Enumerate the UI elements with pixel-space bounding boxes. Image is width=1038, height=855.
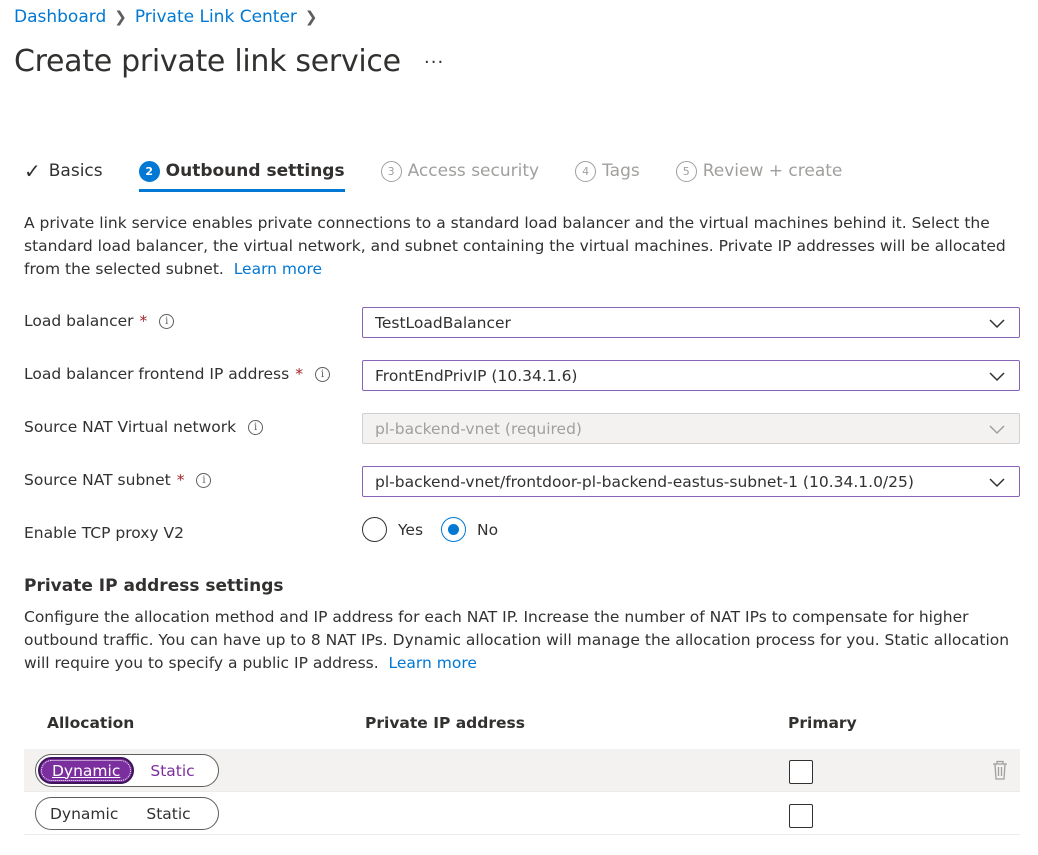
radio-yes-label: Yes xyxy=(398,520,424,539)
step-number-badge: 2 xyxy=(138,160,160,182)
required-asterisk: * xyxy=(295,365,303,383)
select-value: TestLoadBalancer xyxy=(375,313,511,332)
allocation-toggle: Dynamic Static xyxy=(35,797,219,830)
step-number-badge: 3 xyxy=(380,160,402,182)
select-value: pl-backend-vnet (required) xyxy=(375,419,582,438)
tcp-proxy-radio-group: Yes No xyxy=(362,517,498,542)
nat-vnet-select: pl-backend-vnet (required) xyxy=(362,413,1020,444)
tab-basics[interactable]: ✓ Basics xyxy=(24,156,103,186)
tab-label: Review + create xyxy=(702,161,843,181)
tab-outbound-settings[interactable]: 2 Outbound settings xyxy=(138,156,345,192)
tab-label: Access security xyxy=(407,161,540,181)
intro-text: A private link service enables private c… xyxy=(24,214,1006,278)
tab-label: Outbound settings xyxy=(165,161,345,181)
private-ip-section-title: Private IP address settings xyxy=(24,576,284,596)
chevron-down-icon xyxy=(989,425,1005,435)
allocation-static-option[interactable]: Static xyxy=(138,757,206,784)
required-asterisk: * xyxy=(139,312,148,330)
step-number-badge: 5 xyxy=(675,160,697,182)
step-number-badge: 4 xyxy=(575,160,597,182)
allocation-toggle: Dynamic Static xyxy=(35,754,219,787)
learn-more-link[interactable]: Learn more xyxy=(234,260,322,278)
chevron-down-icon xyxy=(989,478,1005,488)
tcp-proxy-label: Enable TCP proxy V2 xyxy=(24,524,184,542)
info-icon[interactable]: i xyxy=(314,366,330,382)
info-icon[interactable]: i xyxy=(248,419,264,435)
load-balancer-label: Load balancer * i xyxy=(24,312,175,330)
trash-icon[interactable] xyxy=(990,759,1010,781)
nat-vnet-label: Source NAT Virtual network i xyxy=(24,418,264,436)
tab-label: Basics xyxy=(48,161,103,181)
frontend-ip-label: Load balancer frontend IP address * i xyxy=(24,365,330,383)
nat-subnet-select[interactable]: pl-backend-vnet/frontdoor-pl-backend-eas… xyxy=(362,466,1020,497)
label-text: Source NAT Virtual network xyxy=(24,418,237,436)
chevron-right-icon: ❯ xyxy=(304,8,318,26)
allocation-dynamic-option[interactable]: Dynamic xyxy=(38,757,135,784)
private-ip-text: Configure the allocation method and IP a… xyxy=(24,608,1010,672)
wizard-tabs: ✓ Basics 2 Outbound settings 3 Access se… xyxy=(24,156,878,192)
learn-more-link[interactable]: Learn more xyxy=(389,654,477,672)
row-divider xyxy=(24,834,1020,835)
required-asterisk: * xyxy=(176,471,185,489)
select-value: pl-backend-vnet/frontdoor-pl-backend-eas… xyxy=(375,472,914,491)
label-text: Load balancer frontend IP address xyxy=(24,365,290,383)
breadcrumb-private-link-center[interactable]: Private Link Center xyxy=(135,7,297,27)
frontend-ip-select[interactable]: FrontEndPrivIP (10.34.1.6) xyxy=(362,360,1020,391)
label-text: Source NAT subnet xyxy=(24,471,171,489)
tab-label: Tags xyxy=(602,161,640,181)
breadcrumb-dashboard[interactable]: Dashboard xyxy=(14,7,106,27)
radio-no-label: No xyxy=(477,520,499,539)
tab-access-security[interactable]: 3 Access security xyxy=(380,156,540,186)
allocation-dynamic-option[interactable]: Dynamic xyxy=(38,800,130,827)
intro-description: A private link service enables private c… xyxy=(24,212,1014,281)
checkmark-icon: ✓ xyxy=(24,159,41,183)
info-icon[interactable]: i xyxy=(159,313,175,329)
chevron-down-icon xyxy=(989,372,1005,382)
radio-no[interactable] xyxy=(441,517,467,542)
primary-checkbox[interactable] xyxy=(789,804,813,828)
column-header-primary: Primary xyxy=(788,714,857,732)
nat-subnet-label: Source NAT subnet * i xyxy=(24,471,212,489)
more-options-button[interactable]: ··· xyxy=(424,52,444,73)
allocation-static-option[interactable]: Static xyxy=(134,800,202,827)
radio-yes[interactable] xyxy=(362,517,387,542)
column-header-allocation: Allocation xyxy=(47,714,135,732)
load-balancer-select[interactable]: TestLoadBalancer xyxy=(362,307,1020,338)
column-header-private-ip: Private IP address xyxy=(365,714,525,732)
label-text: Load balancer xyxy=(24,312,134,330)
tab-review-create[interactable]: 5 Review + create xyxy=(675,156,843,186)
breadcrumb: Dashboard ❯ Private Link Center ❯ xyxy=(14,7,326,27)
tab-tags[interactable]: 4 Tags xyxy=(575,156,640,186)
private-ip-description: Configure the allocation method and IP a… xyxy=(24,606,1014,675)
chevron-right-icon: ❯ xyxy=(114,8,127,26)
page-title: Create private link service xyxy=(14,44,401,79)
info-icon[interactable]: i xyxy=(196,472,212,488)
select-value: FrontEndPrivIP (10.34.1.6) xyxy=(375,366,578,385)
primary-checkbox[interactable] xyxy=(789,760,813,784)
chevron-down-icon xyxy=(989,319,1005,329)
